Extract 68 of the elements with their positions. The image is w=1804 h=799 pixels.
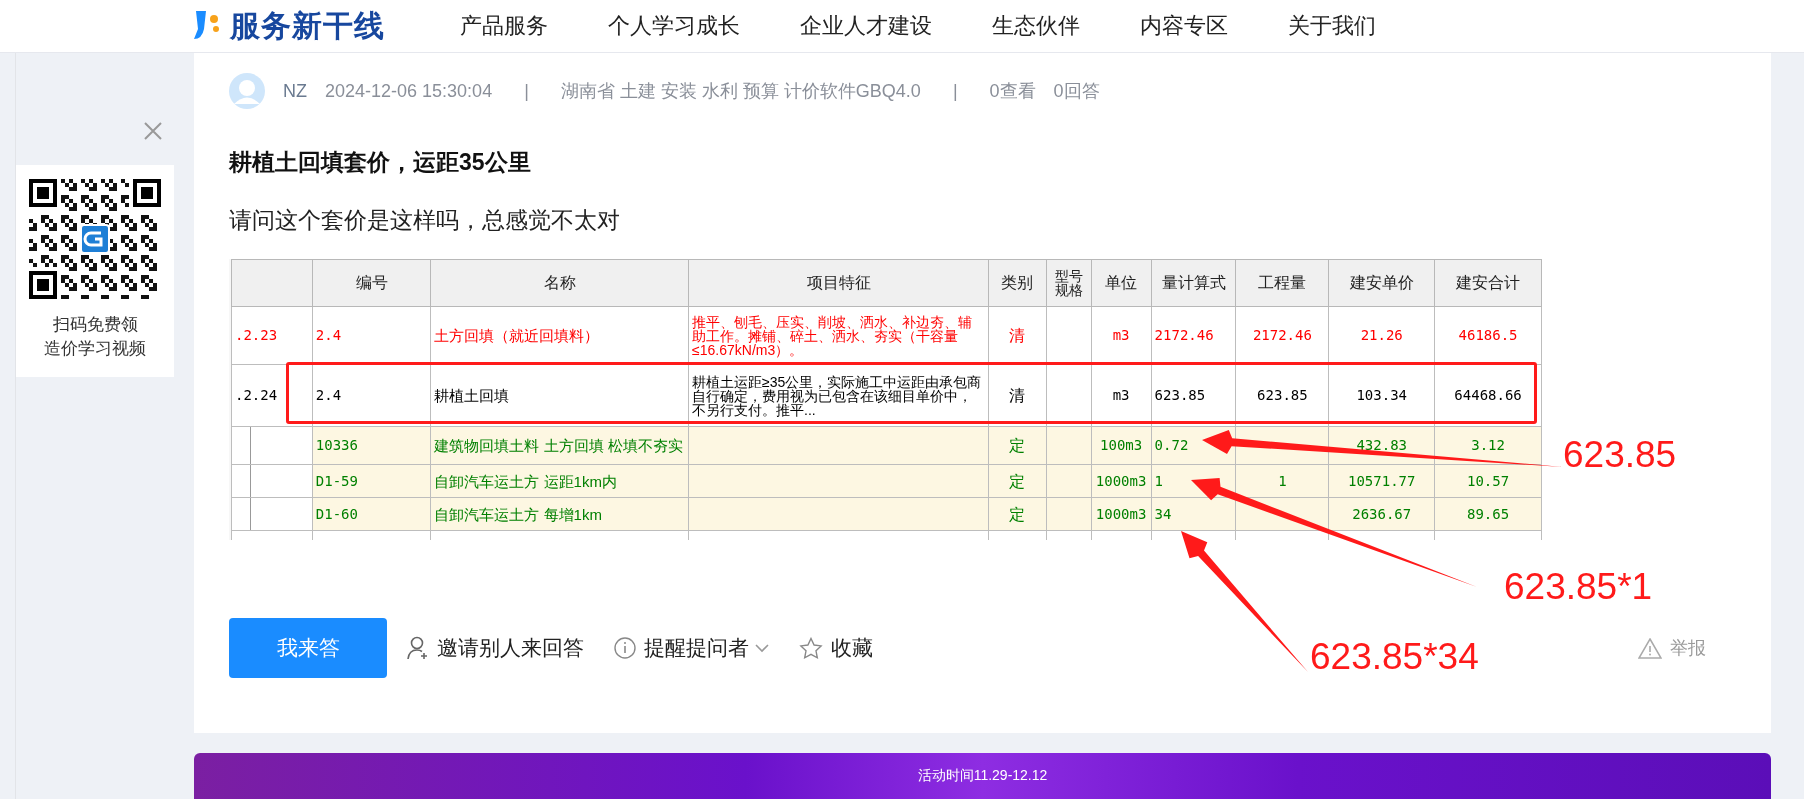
column-header: 类别: [988, 259, 1047, 307]
favorite-link[interactable]: 收藏: [831, 634, 873, 662]
table-cell: 623.85: [1151, 364, 1236, 427]
table-cell: .2.24: [231, 364, 313, 427]
table-cell: .2.23: [231, 306, 313, 365]
table-cell: 623.85: [1236, 364, 1329, 427]
column-header: 型号规格: [1046, 259, 1092, 307]
nav-link[interactable]: 个人学习成长: [608, 6, 740, 46]
chevron-down-icon: [755, 643, 769, 653]
table-cell: 1000m3: [1091, 464, 1152, 498]
table-cell: m3: [1091, 364, 1152, 427]
column-header: 名称: [430, 259, 689, 307]
banner-text: 活动时间11.29-12.12: [917, 767, 1048, 785]
star-icon: [799, 636, 823, 660]
column-header: 工程量: [1236, 259, 1329, 307]
table-cell: 自卸汽车运土方 运距1km内: [430, 464, 689, 498]
qr-caption: 造价学习视频: [43, 338, 147, 360]
separator-text: |: [524, 80, 529, 102]
remind-asker-dropdown[interactable]: 提醒提问者: [644, 634, 749, 662]
qr-caption: 扫码免费领: [51, 314, 139, 336]
table-cell: 建筑物回填土料 土方回填 松填不夯实: [430, 426, 689, 465]
annotation-label: 623.85*1: [1504, 565, 1653, 609]
annotation-label: 623.85*34: [1310, 635, 1479, 679]
table-cell: 耕植土运距≥35公里，实际施工中运距由承包商自行确定，费用视为已包含在该细目单价中，不另行支付。推平...: [688, 364, 989, 427]
info-icon: [614, 637, 636, 659]
view-count: 0查看: [989, 80, 1036, 103]
table-cell: 64468.66: [1434, 364, 1542, 427]
column-header: 建安单价: [1328, 259, 1435, 307]
table-cell: 10571.77: [1328, 464, 1435, 498]
answer-count: 0回答: [1053, 80, 1100, 103]
table-cell: 100m3: [1091, 426, 1152, 465]
table-cell: 10336: [312, 426, 431, 465]
author-name[interactable]: NZ: [283, 80, 307, 102]
post-date: 2024-12-06 15:30:04: [325, 80, 493, 102]
column-header: 单位: [1091, 259, 1152, 307]
avatar-icon: [229, 73, 265, 109]
question-tags: 湖南省 土建 安装 水利 预算 计价软件GBQ4.0: [560, 79, 921, 103]
table-cell: 耕植土回填: [430, 364, 689, 427]
table-cell: 103.34: [1328, 364, 1435, 427]
table-cell: 89.65: [1434, 497, 1542, 531]
warning-icon: [1638, 637, 1662, 659]
nav-link[interactable]: 内容专区: [1140, 6, 1228, 46]
nav-link[interactable]: 产品服务: [460, 6, 548, 46]
column-header: 量计算式: [1151, 259, 1236, 307]
table-cell: 定: [988, 464, 1047, 498]
table-cell: 定: [988, 426, 1047, 465]
column-header: 项目特征: [688, 259, 989, 307]
qr-code[interactable]: [29, 179, 161, 299]
table-cell: D1-59: [312, 464, 431, 498]
separator-text: |: [952, 80, 958, 102]
nav-link[interactable]: 企业人才建设: [800, 6, 932, 46]
table-cell: 自卸汽车运土方 每增1km: [430, 497, 689, 531]
table-cell: 定: [988, 497, 1047, 531]
question-title: 耕植土回填套价，运距35公里: [229, 148, 532, 177]
question-text: 请问这个套价是这样吗，总感觉不太对: [229, 206, 621, 235]
column-header: 编号: [312, 259, 431, 307]
table-cell: 1000m3: [1091, 497, 1152, 531]
site-logo-text[interactable]: 服务新干线: [230, 5, 385, 47]
invite-link[interactable]: 邀请别人来回答: [437, 634, 584, 662]
nav-link[interactable]: 生态伙伴: [992, 6, 1080, 46]
table-cell: 2.4: [312, 364, 431, 427]
annotation-label: 623.85: [1563, 433, 1677, 477]
table-cell: 清: [988, 364, 1047, 427]
column-header: 建安合计: [1434, 259, 1542, 307]
nav-link[interactable]: 关于我们: [1288, 6, 1376, 46]
user-add-icon: [407, 636, 429, 660]
table-cell: D1-60: [312, 497, 431, 531]
promo-banner[interactable]: 活动时间11.29-12.12: [194, 753, 1771, 799]
